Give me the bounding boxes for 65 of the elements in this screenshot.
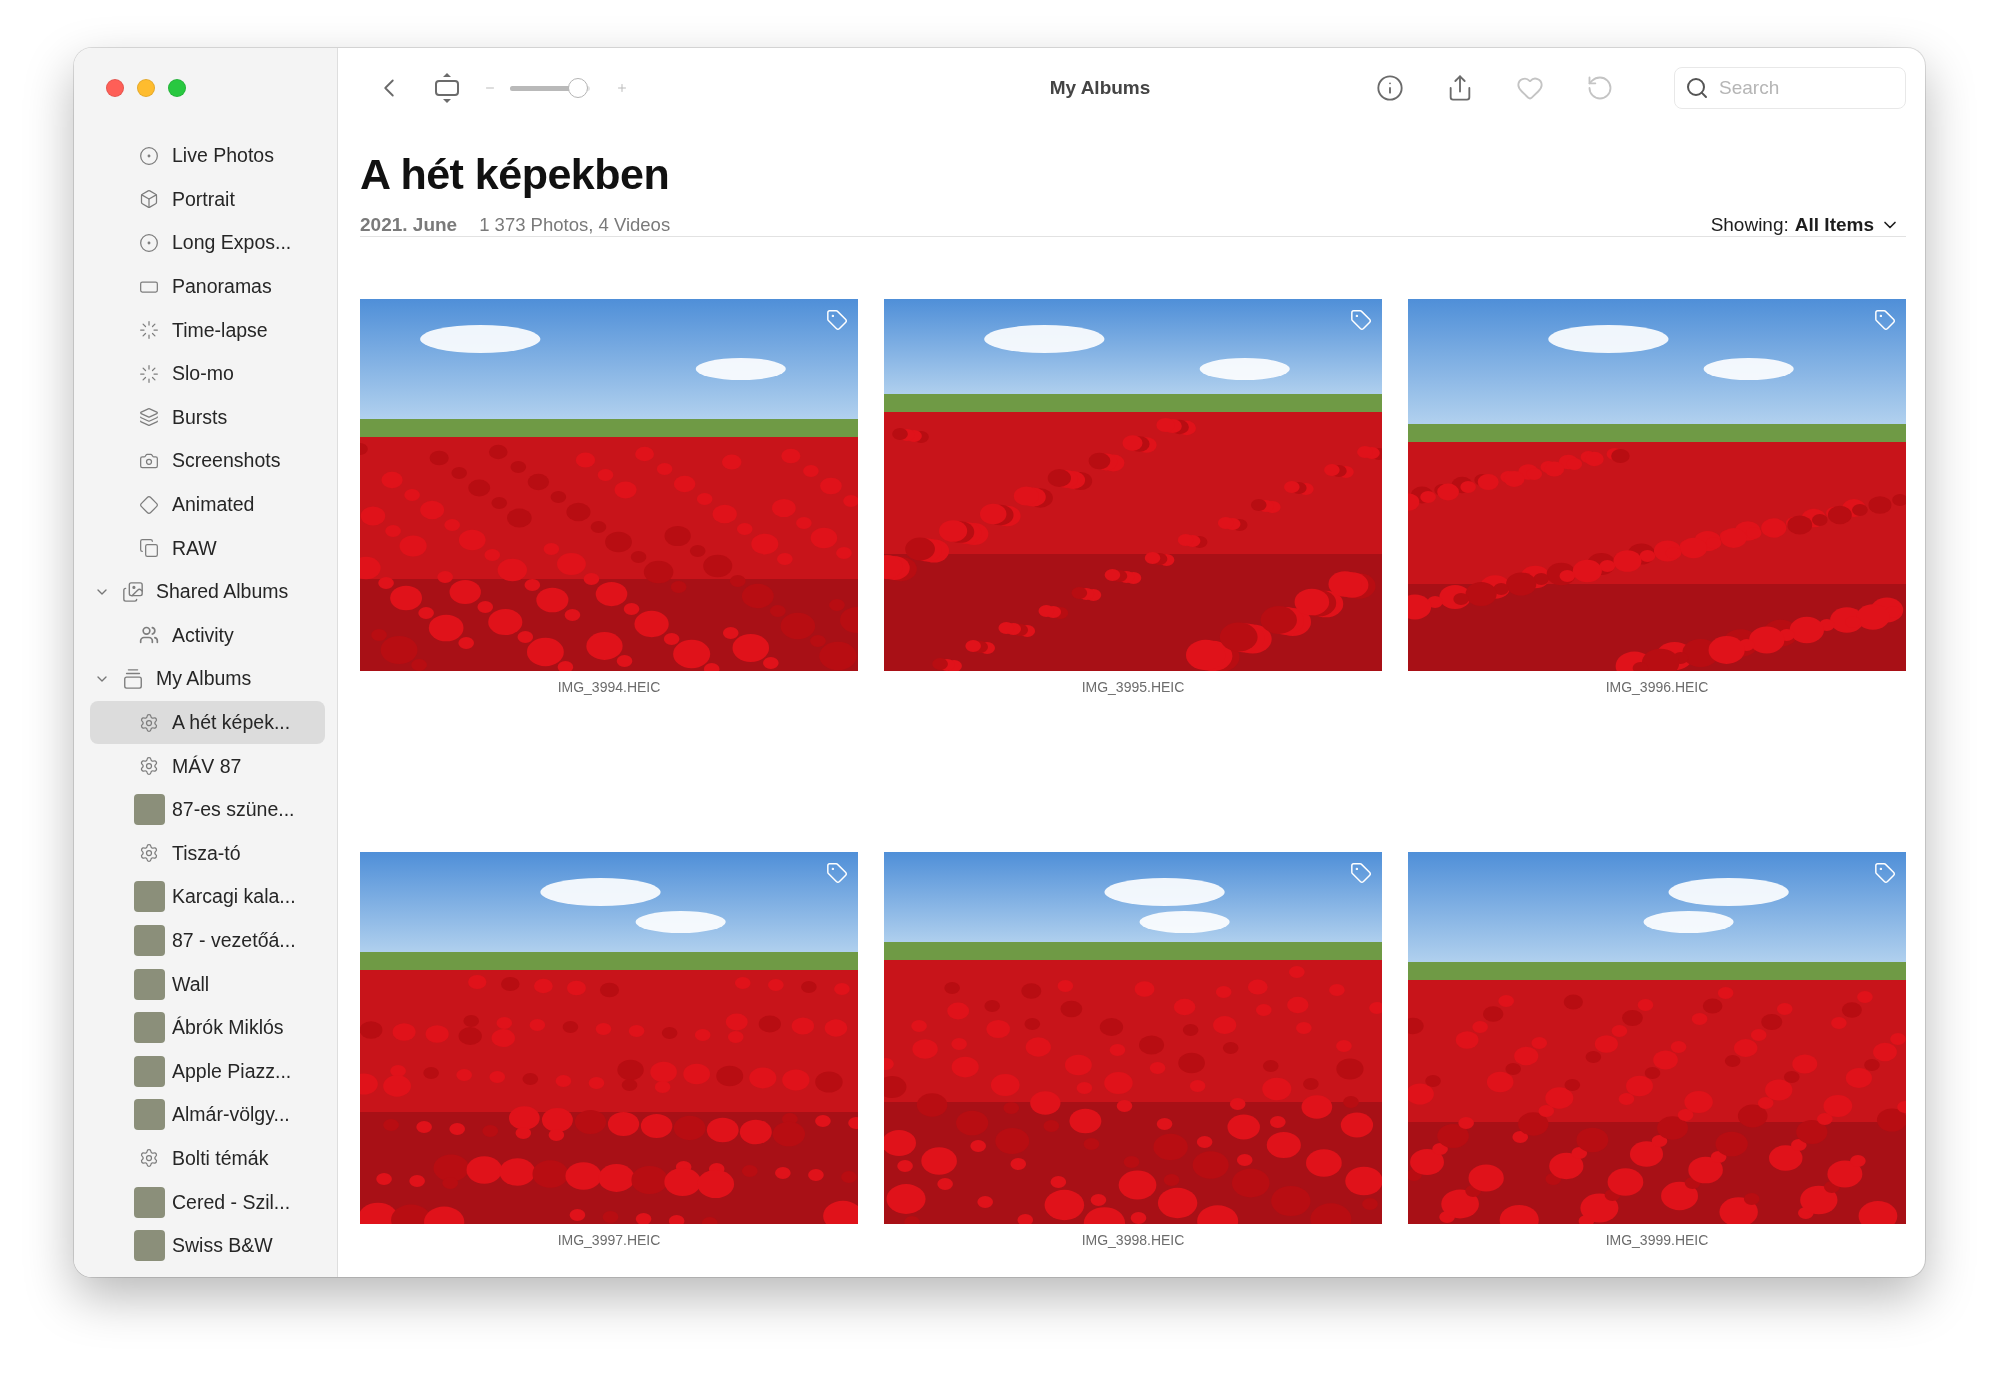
images-icon	[120, 580, 146, 603]
photo-placeholder[interactable]	[360, 299, 858, 671]
photo-placeholder	[134, 1230, 165, 1262]
sidebar-item[interactable]: Long Expos...	[90, 221, 325, 265]
sidebar-item[interactable]: A hét képek...	[90, 700, 325, 745]
tag-icon	[826, 862, 848, 884]
photo-filename: IMG_3996.HEIC	[1605, 679, 1709, 695]
photo-placeholder	[134, 1055, 165, 1087]
tag-icon	[826, 309, 848, 331]
tag-icon	[1874, 862, 1896, 884]
item-count: 1 373 Photos, 4 Videos	[479, 214, 672, 236]
sidebar-item[interactable]: Panoramas	[90, 264, 325, 309]
sidebar-item[interactable]: Bursts	[90, 395, 325, 440]
sidebar-item[interactable]: Activity	[90, 613, 325, 658]
tag-icon	[1350, 309, 1372, 331]
sidebar-item[interactable]: Bolti témák	[90, 1136, 325, 1181]
sidebar-item[interactable]: 87 - vezetőá...	[90, 918, 325, 963]
album-date: 2021. June	[360, 214, 458, 236]
sidebar-item[interactable]: MÁV 87	[90, 744, 325, 788]
sidebar-item[interactable]: Cered - Szil...	[90, 1180, 325, 1224]
sidebar-item[interactable]: Apple Piazz...	[90, 1049, 325, 1094]
filter-dropdown[interactable]: Showing: All Items	[1710, 214, 1906, 236]
photo-placeholder	[134, 925, 165, 956]
sidebar-section[interactable]: My Albums	[90, 657, 325, 701]
photo-filename: IMG_3997.HEIC	[557, 1232, 661, 1248]
sidebar-item[interactable]: RAW	[90, 526, 325, 570]
window-title: My Albums	[1048, 77, 1152, 99]
photo-placeholder[interactable]	[1408, 299, 1906, 671]
fit-frame-icon	[434, 72, 460, 104]
photo-placeholder	[134, 881, 165, 913]
sidebar-item[interactable]: Ábrók Miklós	[90, 1005, 325, 1050]
sidebar-item[interactable]: Slo-mo	[90, 351, 325, 396]
photo-filename: IMG_3994.HEIC	[557, 679, 661, 695]
photo-placeholder	[134, 968, 165, 1000]
album-title: A hét képekben	[360, 149, 671, 200]
photo-placeholder[interactable]	[360, 852, 858, 1224]
photo-filename: IMG_3998.HEIC	[1081, 1232, 1185, 1248]
sidebar-item[interactable]: Screenshots	[90, 439, 325, 483]
sidebar-item[interactable]: Wall	[90, 962, 325, 1006]
sidebar-item[interactable]: Swiss B&W	[90, 1223, 325, 1268]
sidebar-item[interactable]: Portrait	[90, 177, 325, 222]
close-button[interactable]	[106, 79, 124, 97]
photo-placeholder[interactable]	[1408, 852, 1906, 1224]
sidebar-item[interactable]: Animated	[90, 482, 325, 527]
tag-icon	[1350, 862, 1372, 884]
tag-icon	[1874, 309, 1896, 331]
sidebar-section[interactable]: Shared Albums	[90, 569, 325, 614]
plus-icon	[616, 82, 628, 94]
sidebar-item[interactable]: Time-lapse	[90, 308, 325, 352]
photo-placeholder	[134, 1012, 165, 1044]
search-field[interactable]: Search	[1717, 76, 1881, 100]
sidebar-item[interactable]: Almár-völgy...	[90, 1093, 325, 1137]
photo-filename: IMG_3995.HEIC	[1081, 679, 1185, 695]
search-icon	[1685, 76, 1709, 100]
photo-placeholder[interactable]	[884, 299, 1382, 671]
photo-filename: IMG_3999.HEIC	[1605, 1232, 1709, 1248]
photo-placeholder[interactable]	[884, 852, 1382, 1224]
sidebar-item[interactable]: Live Photos	[90, 134, 325, 178]
sidebar-item[interactable]: 87-es szüne...	[90, 787, 325, 832]
photo-placeholder	[134, 794, 165, 826]
photo-placeholder	[134, 1186, 165, 1218]
sidebar-item[interactable]: Tisza-tó	[90, 831, 325, 876]
search-bar[interactable]: Search	[1674, 67, 1906, 109]
photo-placeholder	[134, 1099, 165, 1131]
sidebar-item[interactable]: Karcagi kala...	[90, 875, 325, 919]
